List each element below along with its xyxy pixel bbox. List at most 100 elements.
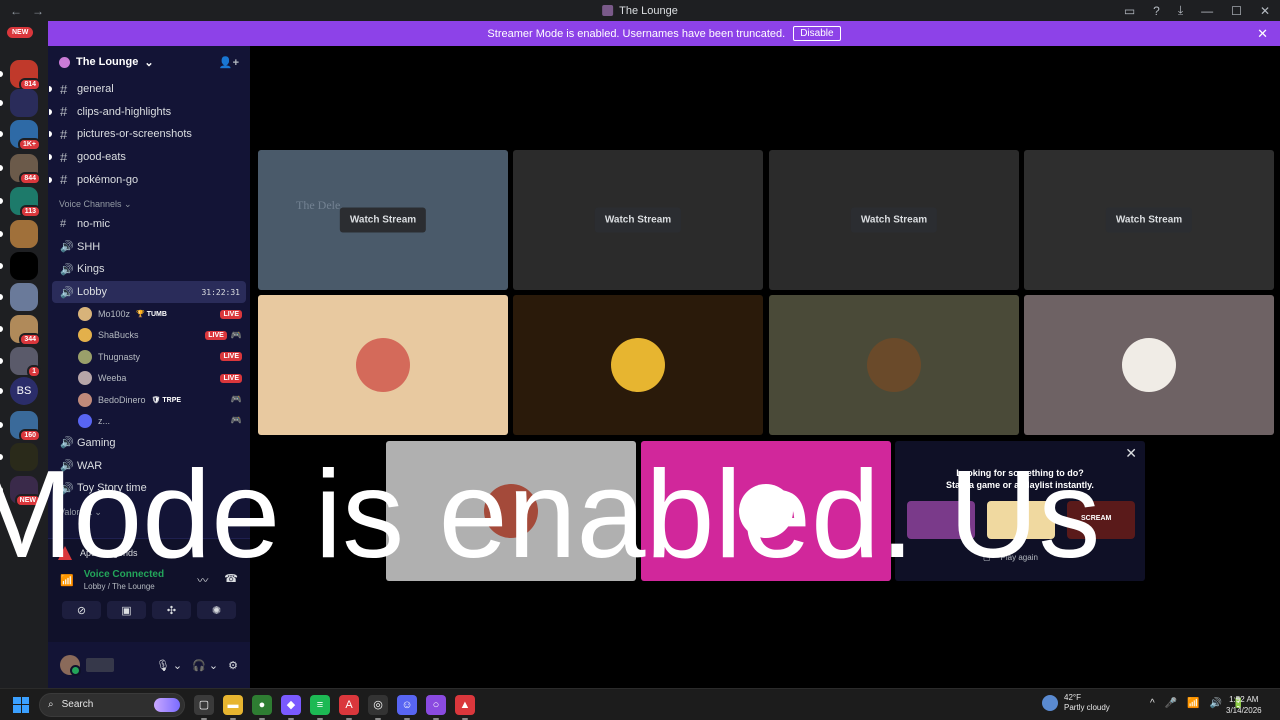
deafen-button[interactable]: 🎧 ⌄ — [192, 659, 218, 672]
participant-tile-2[interactable] — [513, 295, 763, 435]
server-folder[interactable] — [0, 89, 38, 117]
voice-connected-label: Voice Connected — [83, 569, 165, 580]
disable-button[interactable]: Disable — [793, 26, 841, 41]
server-10[interactable]: 1 — [0, 347, 41, 378]
voice-user[interactable]: BedoDinero 🛡 TRPE 🎮 — [48, 389, 250, 410]
server-8[interactable] — [0, 283, 38, 311]
server-header[interactable]: The Lounge ⌄ 👤+ — [48, 46, 250, 78]
watch-stream-button[interactable]: Watch Stream — [594, 207, 682, 233]
app-circle-icon[interactable]: ○ — [426, 694, 446, 720]
stream-tile-3[interactable]: Watch Stream — [769, 150, 1019, 290]
server-3[interactable]: 1K+ — [0, 120, 41, 151]
participant-tile-6[interactable] — [641, 441, 891, 581]
channel-gaming[interactable]: 🔊 Gaming — [48, 432, 250, 455]
server-1[interactable]: 814 — [0, 60, 41, 91]
participant-tile-5[interactable] — [386, 441, 636, 581]
disconnect-icon[interactable]: ☎ — [224, 572, 238, 588]
participant-tile-3[interactable] — [769, 295, 1019, 435]
weather-widget[interactable]: 42°F Partly cloudy — [1042, 693, 1110, 713]
watch-stream-button[interactable]: Watch Stream — [1105, 207, 1193, 233]
channel-good-eats[interactable]: # good-eats — [48, 146, 250, 169]
stream-tile-2[interactable]: Watch Stream — [513, 150, 763, 290]
title-bar: ← → The Lounge ▭? ⤓ — ☐ ✕ — [0, 0, 1280, 21]
settings-icon[interactable]: ⚙ — [228, 659, 238, 672]
explorer-icon[interactable]: ▬ — [223, 694, 243, 720]
server-6[interactable] — [0, 220, 38, 248]
server-14[interactable]: NEW — [0, 476, 41, 507]
unread-indicator — [49, 86, 52, 93]
voice-category[interactable]: Voice Channels ⌄ — [48, 191, 250, 213]
help-icon[interactable]: ? — [1153, 4, 1160, 18]
participant-tile-1[interactable] — [258, 295, 508, 435]
voice-user[interactable]: z... 🎮 — [48, 410, 250, 431]
obs-icon[interactable]: ◎ — [368, 694, 388, 720]
running-indicator — [346, 717, 352, 720]
channel-toy-story-time[interactable]: 🔊 Toy Story time — [48, 477, 250, 500]
category-valorant[interactable]: Valorant ⌄ — [48, 499, 250, 521]
microphone-icon[interactable]: 🎤 — [1165, 698, 1177, 709]
mute-button[interactable]: 🎙 ⌄ — [156, 659, 182, 672]
channel-war[interactable]: 🔊 WAR — [48, 454, 250, 477]
server-5[interactable]: 113 — [0, 187, 41, 218]
invite-icon[interactable]: 👤+ — [219, 56, 239, 69]
voice-user[interactable]: Weeba LIVE — [48, 368, 250, 389]
minimize-icon[interactable]: — — [1201, 4, 1213, 18]
copilot-icon[interactable]: ◆ — [281, 694, 301, 720]
channel-Kings[interactable]: 🔊 Kings — [48, 258, 250, 281]
server-9[interactable]: 344 — [0, 315, 41, 346]
maximize-icon[interactable]: ☐ — [1231, 4, 1242, 18]
activity-row[interactable]: Apex Legends — [48, 539, 250, 567]
game-thumb[interactable] — [987, 501, 1055, 539]
server-4[interactable]: 844 — [0, 154, 41, 185]
avatar[interactable] — [60, 655, 81, 676]
watch-stream-button[interactable]: Watch Stream — [339, 207, 427, 233]
server-bs[interactable]: BS — [0, 377, 38, 405]
play-again-row[interactable]: ▢ Play again — [983, 553, 1038, 562]
activities-button[interactable]: ✣ — [152, 601, 191, 619]
channel-general[interactable]: # general — [48, 78, 250, 101]
download-icon[interactable]: ⤓ — [1178, 3, 1183, 18]
apex-icon[interactable]: ▲ — [455, 694, 475, 720]
server-12[interactable]: 160 — [0, 411, 41, 442]
clock[interactable]: 1:52 AM 3/14/2026 — [1226, 694, 1262, 716]
camera-off-button[interactable]: ⊘ — [62, 601, 101, 619]
channel-clips-and-highlights[interactable]: # clips-and-highlights — [48, 101, 250, 124]
hash-icon: # — [60, 172, 68, 188]
voice-user[interactable]: ShaBucks LIVE 🎮 — [48, 325, 250, 346]
close-icon[interactable]: ✕ — [1260, 4, 1270, 18]
channel-lobby[interactable]: 🔊 Lobby 31:22:31 — [52, 280, 246, 304]
watch-stream-button[interactable]: Watch Stream — [850, 207, 938, 233]
channel-no-mic[interactable]: # no-mic — [48, 213, 250, 236]
voice-user[interactable]: Mo100z 🏆 TUMB LIVE — [48, 303, 250, 324]
game-thumb[interactable]: SCREAM — [1067, 501, 1135, 539]
discord-icon[interactable]: ☺ — [397, 694, 417, 720]
wifi-icon[interactable]: 📶 — [1187, 698, 1199, 709]
taskbar-search[interactable]: ⌕ Search — [39, 692, 185, 717]
volume-icon[interactable]: 🔊 — [1210, 698, 1222, 709]
channel-pictures-or-screenshots[interactable]: # pictures-or-screenshots — [48, 123, 250, 146]
promo-close-icon[interactable]: ✕ — [1125, 445, 1137, 462]
stream-tile-4[interactable]: Watch Stream — [1024, 150, 1274, 290]
server-7[interactable] — [0, 252, 38, 280]
start-button[interactable] — [13, 696, 29, 713]
channel-pokémon-go[interactable]: # pokémon-go — [48, 168, 250, 191]
spotify-icon[interactable]: ≡ — [310, 694, 330, 720]
banner-close-icon[interactable]: ✕ — [1257, 26, 1268, 42]
voice-user[interactable]: Thugnasty LIVE — [48, 346, 250, 367]
server-13[interactable] — [0, 443, 38, 471]
game-thumb[interactable] — [907, 501, 975, 539]
stream-tile-1[interactable]: The Dele... Watch Stream — [258, 150, 508, 290]
forward-icon[interactable]: → — [32, 4, 44, 18]
participant-tile-4[interactable] — [1024, 295, 1274, 435]
app-a-icon[interactable]: A — [339, 694, 359, 720]
inbox-icon[interactable]: ▭ — [1124, 4, 1135, 18]
tray-chevron-icon[interactable]: ^ — [1150, 698, 1155, 709]
back-icon[interactable]: ← — [10, 4, 22, 18]
soundboard-button[interactable]: ✺ — [197, 601, 236, 619]
noise-suppression-icon[interactable]: 〰 — [197, 572, 208, 588]
screen-share-button[interactable]: ▣ — [107, 601, 146, 619]
chrome-icon[interactable]: ● — [252, 694, 272, 720]
channel-SHH[interactable]: 🔊 SHH — [48, 236, 250, 259]
taskview-icon[interactable]: ▢ — [194, 694, 214, 720]
voice-location[interactable]: Lobby / The Lounge — [84, 582, 164, 591]
